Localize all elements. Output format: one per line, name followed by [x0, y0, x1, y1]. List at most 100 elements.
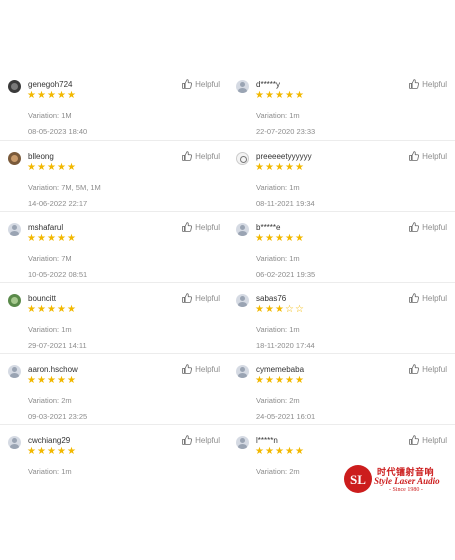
- helpful-label: Helpful: [422, 151, 447, 161]
- helpful-label: Helpful: [195, 435, 220, 445]
- star-rating: ★ ★ ★ ★ ★: [255, 376, 305, 386]
- thumbs-up-icon: [182, 435, 193, 445]
- star-rating: ★ ★ ★ ★ ★: [27, 163, 77, 173]
- reviewer-username: sabas76: [256, 294, 287, 303]
- helpful-button[interactable]: Helpful: [182, 293, 220, 303]
- reviewer-username: aaron.hschow: [28, 365, 78, 374]
- logo-emblem-icon: SL: [344, 465, 372, 493]
- helpful-button[interactable]: Helpful: [409, 435, 447, 445]
- thumbs-up-icon: [409, 364, 420, 374]
- avatar-icon: [236, 294, 249, 307]
- star-rating: ★ ★ ★ ★ ★: [255, 447, 305, 457]
- star-filled-icon: ★: [57, 233, 66, 244]
- star-filled-icon: ★: [27, 446, 36, 457]
- star-filled-icon: ★: [47, 446, 56, 457]
- review-timestamp: 06-02-2021 19:35: [256, 270, 316, 279]
- thumbs-up-icon: [409, 151, 420, 161]
- variation-text: Variation: 1m: [256, 111, 300, 120]
- star-filled-icon: ★: [295, 162, 304, 173]
- star-filled-icon: ★: [57, 162, 66, 173]
- review-timestamp: 24-05-2021 16:01: [256, 412, 316, 421]
- thumbs-up-icon: [182, 364, 193, 374]
- star-filled-icon: ★: [37, 304, 46, 315]
- star-filled-icon: ★: [255, 304, 264, 315]
- star-filled-icon: ★: [57, 446, 66, 457]
- star-filled-icon: ★: [285, 233, 294, 244]
- star-filled-icon: ★: [295, 375, 304, 386]
- star-filled-icon: ★: [295, 233, 304, 244]
- review-card: aaron.hschow ★ ★ ★ ★ ★ Variation: 2m 09-03-2021…: [0, 353, 228, 424]
- helpful-button[interactable]: Helpful: [409, 151, 447, 161]
- avatar-icon: [236, 436, 249, 449]
- helpful-button[interactable]: Helpful: [182, 222, 220, 232]
- helpful-label: Helpful: [195, 151, 220, 161]
- helpful-button[interactable]: Helpful: [182, 79, 220, 89]
- star-filled-icon: ★: [275, 446, 284, 457]
- svg-text:SL: SL: [350, 472, 366, 487]
- helpful-button[interactable]: Helpful: [182, 364, 220, 374]
- review-card: sabas76 ★ ★ ★ ☆ ☆ Variation: 1m 18-11-2020 17:4…: [228, 282, 455, 353]
- avatar-icon: [236, 365, 249, 378]
- thumbs-up-icon: [182, 222, 193, 232]
- star-filled-icon: ★: [37, 375, 46, 386]
- helpful-label: Helpful: [422, 293, 447, 303]
- reviewer-username: preeeeetyyyyyy: [256, 152, 312, 161]
- star-filled-icon: ★: [255, 233, 264, 244]
- star-filled-icon: ★: [265, 162, 274, 173]
- variation-text: Variation: 1m: [28, 467, 72, 476]
- helpful-button[interactable]: Helpful: [409, 364, 447, 374]
- helpful-button[interactable]: Helpful: [409, 222, 447, 232]
- star-filled-icon: ★: [57, 375, 66, 386]
- helpful-label: Helpful: [195, 222, 220, 232]
- review-card: cymemebaba ★ ★ ★ ★ ★ Variation: 2m 24-05-2021 1…: [228, 353, 455, 424]
- star-rating: ★ ★ ★ ★ ★: [255, 234, 305, 244]
- star-filled-icon: ★: [67, 375, 76, 386]
- star-filled-icon: ★: [67, 446, 76, 457]
- helpful-button[interactable]: Helpful: [409, 293, 447, 303]
- reviewer-username: d*****y: [256, 80, 281, 89]
- review-timestamp: 08-11-2021 19:34: [256, 199, 315, 208]
- review-timestamp: 10-05-2022 08:51: [28, 270, 88, 279]
- star-filled-icon: ★: [37, 90, 46, 101]
- reviews-grid: genegoh724 ★ ★ ★ ★ ★ Variation: 1M 08-05-2023 1…: [0, 69, 455, 495]
- star-filled-icon: ★: [285, 375, 294, 386]
- thumbs-up-icon: [182, 79, 193, 89]
- star-empty-icon: ☆: [295, 304, 304, 315]
- star-filled-icon: ★: [265, 304, 274, 315]
- review-timestamp: 09-03-2021 23:25: [28, 412, 88, 421]
- star-filled-icon: ★: [285, 90, 294, 101]
- avatar-icon: [8, 294, 21, 307]
- star-filled-icon: ★: [37, 446, 46, 457]
- reviewer-username: mshafarul: [28, 223, 64, 232]
- variation-text: Variation: 1m: [256, 254, 300, 263]
- star-filled-icon: ★: [255, 446, 264, 457]
- variation-text: Variation: 2m: [256, 396, 300, 405]
- star-rating: ★ ★ ★ ★ ★: [27, 447, 77, 457]
- avatar-icon: [8, 223, 21, 236]
- helpful-label: Helpful: [422, 79, 447, 89]
- star-filled-icon: ★: [265, 233, 274, 244]
- helpful-label: Helpful: [422, 364, 447, 374]
- star-filled-icon: ★: [67, 304, 76, 315]
- thumbs-up-icon: [409, 293, 420, 303]
- review-card: bouncitt ★ ★ ★ ★ ★ Variation: 1m 29-07-2021 14:…: [0, 282, 228, 353]
- reviewer-username: cwchiang29: [28, 436, 71, 445]
- avatar-icon: [8, 365, 21, 378]
- star-filled-icon: ★: [57, 90, 66, 101]
- variation-text: Variation: 7M: [28, 254, 72, 263]
- thumbs-up-icon: [182, 151, 193, 161]
- variation-text: Variation: 1M: [28, 111, 72, 120]
- helpful-button[interactable]: Helpful: [409, 79, 447, 89]
- helpful-label: Helpful: [422, 222, 447, 232]
- star-filled-icon: ★: [265, 90, 274, 101]
- helpful-button[interactable]: Helpful: [182, 435, 220, 445]
- star-filled-icon: ★: [275, 90, 284, 101]
- avatar-icon: [8, 152, 21, 165]
- reviewer-username: bouncitt: [28, 294, 57, 303]
- variation-text: Variation: 2m: [28, 396, 72, 405]
- star-filled-icon: ★: [255, 90, 264, 101]
- star-filled-icon: ★: [295, 90, 304, 101]
- helpful-label: Helpful: [195, 79, 220, 89]
- review-timestamp: 08-05-2023 18:40: [28, 127, 88, 136]
- helpful-button[interactable]: Helpful: [182, 151, 220, 161]
